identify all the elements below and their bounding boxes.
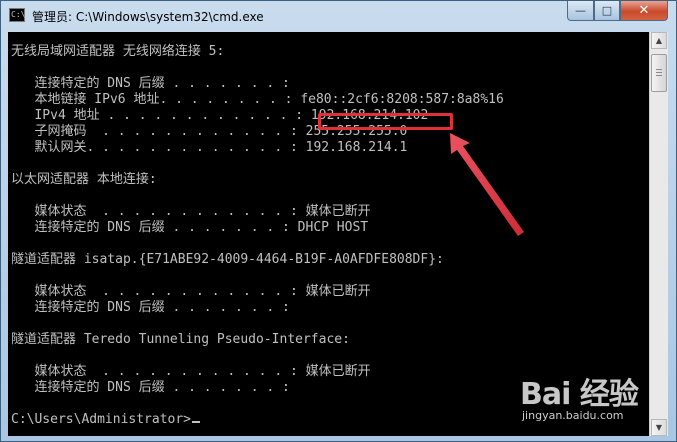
scroll-up-button[interactable]: ▲ (651, 32, 667, 49)
console-line: 隧道适配器 Teredo Tunneling Pseudo-Interface: (11, 332, 350, 347)
console-lines: 无线局域网适配器 无线网络连接 5: 连接特定的 DNS 后缀 . . . . … (11, 44, 504, 428)
ipv4-highlight-box (318, 113, 453, 130)
scroll-thumb[interactable] (651, 54, 667, 92)
console-line: 连接特定的 DNS 后缀 . . . . . . . : (11, 380, 290, 395)
close-icon: ✕ (638, 3, 650, 18)
scroll-up-arrow-icon: ▲ (655, 36, 663, 45)
console-line: 连接特定的 DNS 后缀 . . . . . . . : (11, 76, 290, 91)
baidu-jingyan-watermark: Bai 经验 jingyan.baidu.com (520, 369, 670, 429)
text-cursor (192, 421, 201, 423)
watermark-url: jingyan.baidu.com (522, 409, 624, 422)
close-button[interactable]: ✕ (620, 1, 668, 21)
cmd-app-icon[interactable]: C:\ (9, 8, 25, 22)
console-line: 媒体状态 . . . . . . . . . . . . : 媒体已断开 (11, 204, 371, 219)
minimize-icon: — (575, 4, 586, 17)
console-line: 无线局域网适配器 无线网络连接 5: (11, 44, 225, 59)
console-line: 连接特定的 DNS 后缀 . . . . . . . : (11, 300, 290, 315)
minimize-button[interactable]: — (567, 1, 594, 21)
console-line: 连接特定的 DNS 后缀 . . . . . . . : DHCP HOST (11, 220, 369, 235)
console-line: 媒体状态 . . . . . . . . . . . . : 媒体已断开 (11, 284, 371, 299)
title-bar[interactable]: C:\ 管理员: C:\Windows\system32\cmd.exe — □… (1, 1, 676, 31)
console-line: 本地链接 IPv6 地址. . . . . . . . : fe80::2cf6… (11, 92, 504, 107)
console-line: 媒体状态 . . . . . . . . . . . . : 媒体已断开 (11, 364, 371, 379)
window-title: 管理员: C:\Windows\system32\cmd.exe (32, 10, 264, 24)
watermark-brand: Bai 经验 (520, 377, 639, 412)
console-line: 隧道适配器 isatap.{E71ABE92-4009-4464-B19F-A0… (11, 252, 444, 267)
maximize-icon: □ (601, 4, 613, 17)
console-line: 默认网关. . . . . . . . . . . . . : 192.168.… (11, 140, 408, 155)
maximize-button[interactable]: □ (594, 1, 620, 21)
console-line: C:\Users\Administrator> (11, 412, 504, 428)
console-line: 以太网适配器 本地连接: (11, 172, 157, 187)
